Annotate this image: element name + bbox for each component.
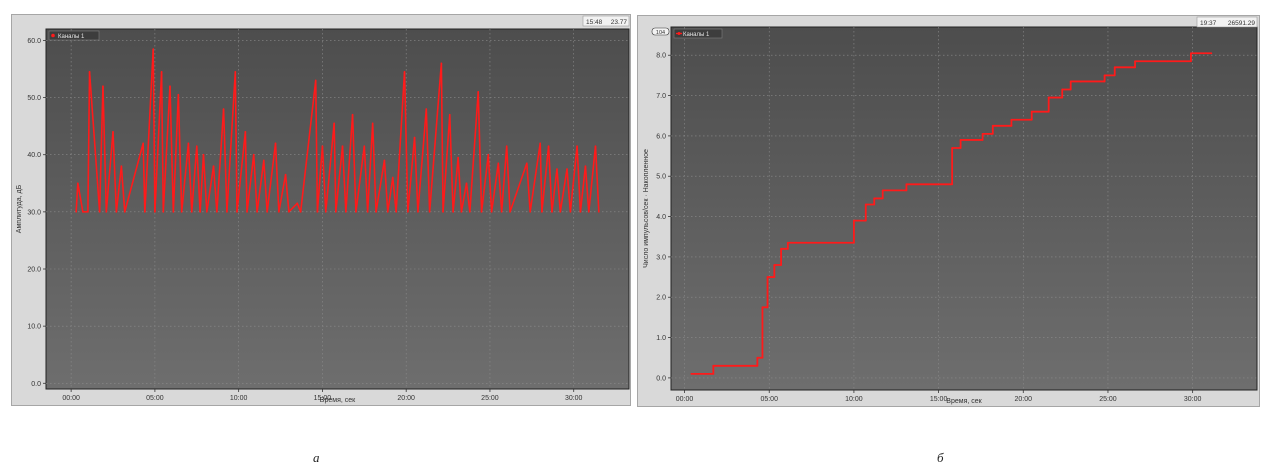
y-axis-title-a: Амплитуда, дБ [16, 184, 23, 233]
legend-marker-a [51, 33, 55, 38]
x-tick-label-b: 15:00 [930, 396, 948, 403]
x-axis-title-a: Время, сек [320, 397, 356, 404]
x-tick-label-b: 10:00 [845, 396, 863, 403]
x-tick-label-b: 25:00 [1099, 396, 1117, 403]
caption-b: б [937, 450, 944, 465]
legend-marker-dot-b [677, 32, 681, 35]
chart-panel-a: 0.0 10.0 20.0 30.0 40.0 50.0 60.0 00:00 05:00 10:… [11, 14, 631, 406]
y-tick-label-b: 5.0 [656, 174, 666, 181]
x-tick-label-a: 25:00 [481, 395, 499, 402]
x-tick-label-b: 20:00 [1015, 396, 1033, 403]
y-tick-label-a: 40.0 [27, 152, 41, 159]
x-tick-label-a: 00:00 [62, 395, 80, 402]
y-tick-label-b: 4.0 [656, 214, 666, 221]
status-time-b: 19:37 [1200, 20, 1217, 27]
chart-panel-b: 0.0 1.0 2.0 3.0 4.0 5.0 6.0 7.0 8.0 00:00 05:00 10:… [637, 15, 1260, 407]
legend-label-b: Каналы 1 [683, 32, 710, 38]
x-tick-label-a: 30:00 [565, 395, 583, 402]
y-tick-label-b: 8.0 [656, 53, 666, 60]
chart-b-svg: 0.0 1.0 2.0 3.0 4.0 5.0 6.0 7.0 8.0 00:00 05:00 10:… [643, 16, 1258, 405]
x-axis-title-b: Время, сек [946, 398, 982, 405]
legend-label-a: Каналы 1 [58, 34, 85, 40]
y-tick-label-a: 60.0 [27, 38, 41, 45]
x-tick-label-b: 05:00 [760, 396, 778, 403]
y-tick-label-b: 0.0 [656, 375, 666, 382]
y-tick-label-b: 1.0 [656, 335, 666, 342]
scale-tag-label-b: 104 [656, 30, 665, 36]
y-tick-label-a: 50.0 [27, 95, 41, 102]
chart-a-svg: 0.0 10.0 20.0 30.0 40.0 50.0 60.0 00:00 05:00 10:… [16, 15, 630, 404]
status-value-a: 23.77 [611, 19, 628, 26]
y-tick-label-b: 3.0 [656, 254, 666, 261]
status-time-a: 15:48 [586, 19, 603, 26]
caption-a: а [313, 450, 320, 465]
y-tick-label-a: 30.0 [27, 209, 41, 216]
y-tick-label-b: 7.0 [656, 93, 666, 100]
x-tick-label-b: 00:00 [676, 396, 694, 403]
y-tick-label-a: 10.0 [27, 324, 41, 331]
plot-area-b [670, 26, 1258, 391]
x-tick-label-a: 10:00 [230, 395, 248, 402]
y-axis-title-b: Число импульсов/сек · Накопленное [643, 149, 650, 268]
x-tick-label-a: 20:00 [397, 395, 415, 402]
y-tick-label-b: 2.0 [656, 295, 666, 302]
x-tick-label-b: 30:00 [1184, 396, 1202, 403]
y-tick-label-b: 6.0 [656, 133, 666, 140]
y-tick-label-a: 20.0 [27, 267, 41, 274]
y-tick-label-a: 0.0 [31, 381, 41, 388]
x-tick-label-a: 05:00 [146, 395, 164, 402]
status-value-b: 26591.29 [1228, 20, 1255, 27]
